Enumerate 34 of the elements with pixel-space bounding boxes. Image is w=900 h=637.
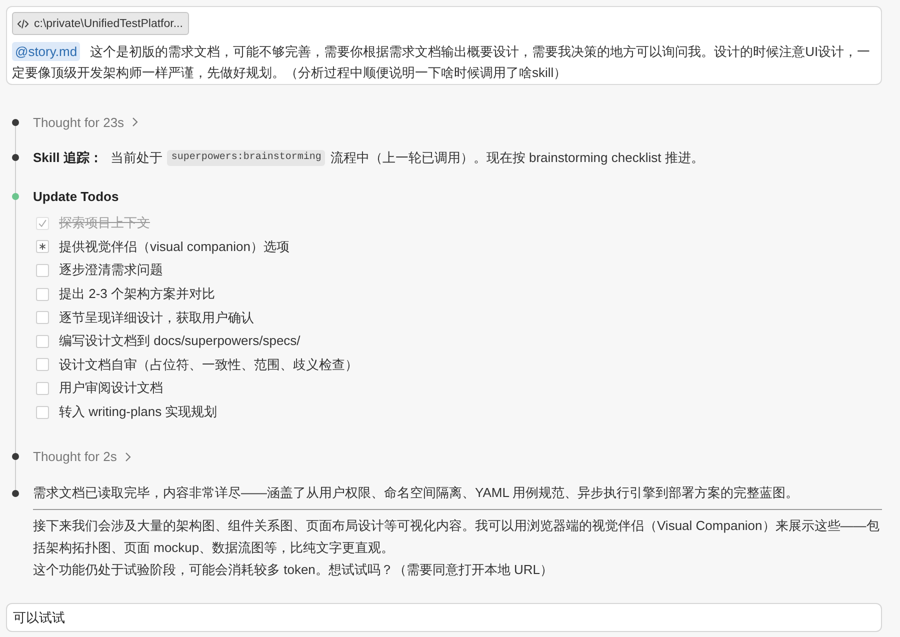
asterisk-icon bbox=[39, 243, 46, 250]
status-text: 当前处于 bbox=[110, 148, 162, 166]
file-attachment-chip[interactable]: c:\private\UnifiedTestPlatfor... bbox=[12, 12, 189, 35]
thought-toggle[interactable]: Thought for 23s bbox=[33, 112, 138, 132]
status-box bbox=[36, 358, 49, 372]
todos-title: Update Todos bbox=[33, 188, 120, 206]
file-mention-chip[interactable]: @story.md bbox=[12, 42, 80, 61]
message-text: @story.md 这个是初版的需求文档，可能不够完善，需要你根据需求文档输出概要设计，需要我决策的地方可以询问我。设计的时候注意UI设计，一定要像顶级开发架构师一样严谨，先做好规划。（分析过程中顺便说明一下啥时候调用了啥skill） bbox=[12, 41, 871, 82]
todo-text: 设计文档自审（占位符、一致性、范围、歧义检查） bbox=[59, 356, 358, 374]
status-box bbox=[36, 406, 49, 419]
paragraph: 接下来我们会涉及大量的架构图、组件关系图、页面布局设计等可视化内容。我可以用浏览器端的视觉伴侣（Visual Companion）来展示这些——包括架构拓扑图、页面 mockup、数据流图等，比纯文字更直观。 bbox=[33, 517, 880, 558]
skill-label: Skill 追踪： bbox=[33, 148, 102, 166]
message-text: 需求文档已读取完毕，内容非常详尽——涵盖了从用户权限、命名空间隔离、YAML 用例规范、异步执行引擎到部署方案的完整蓝图。 bbox=[33, 484, 800, 502]
chevron-icon bbox=[132, 117, 138, 127]
todo-text: 逐节呈现详细设计，获取用户确认 bbox=[59, 308, 254, 327]
code-chip: superpowers:brainstorming bbox=[167, 150, 326, 166]
chevron-icon bbox=[124, 452, 131, 462]
thought-toggle[interactable]: Thought for 2s bbox=[33, 446, 131, 467]
status-text: 流程中（上一轮已调用）。现在按 brainstorming checklist 推进。 bbox=[330, 148, 704, 167]
todo-text: 编写设计文档到 docs/superpowers/specs/ bbox=[59, 332, 300, 350]
todo-text: 提出 2-3 个架构方案并对比 bbox=[59, 285, 216, 304]
todo-text: 提供视觉伴侣（visual companion）选项 bbox=[59, 238, 290, 256]
status-box bbox=[36, 334, 49, 348]
message-input[interactable]: 可以试试 bbox=[6, 603, 882, 632]
paragraph: 这个功能仍处于试验阶段，可能会消耗较多 token。想试试吗？（需要同意打开本地 URL） bbox=[33, 561, 554, 580]
status-box bbox=[36, 264, 49, 277]
todo-text: 转入 writing-plans 实现规划 bbox=[59, 403, 218, 422]
status-box bbox=[36, 382, 49, 395]
code-icon bbox=[17, 18, 29, 28]
todo-text: 逐步澄清需求问题 bbox=[59, 261, 163, 280]
status-box bbox=[36, 311, 49, 324]
todo-text: 探索项目上下文 bbox=[59, 214, 150, 232]
status-box bbox=[36, 288, 49, 301]
todo-text: 用户审阅设计文档 bbox=[59, 379, 163, 398]
